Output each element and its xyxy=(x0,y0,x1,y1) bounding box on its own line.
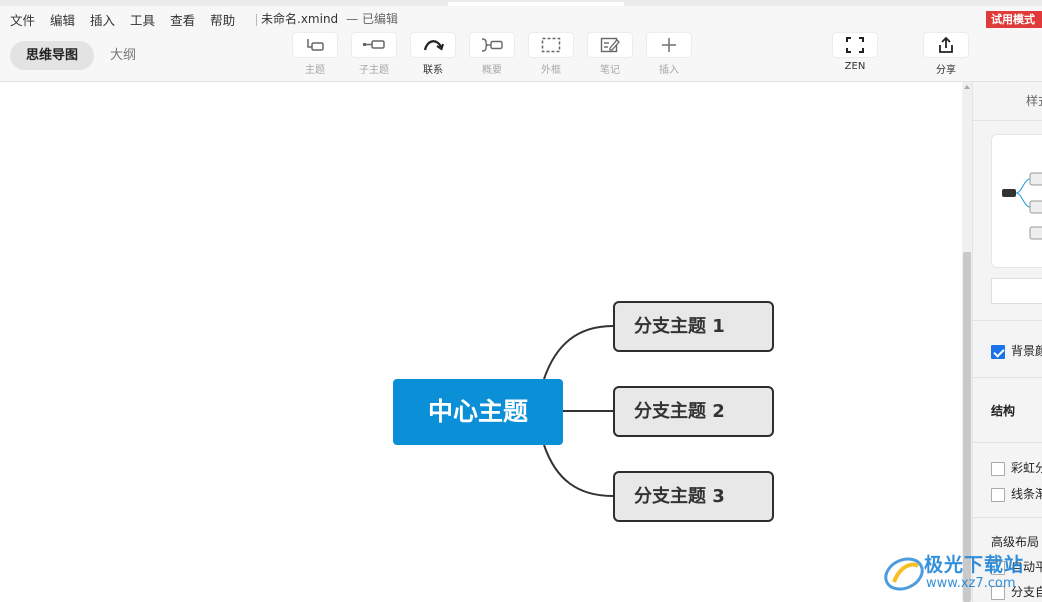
document-name: 未命名.xmind xyxy=(261,12,339,26)
topic-label: 主题 xyxy=(305,65,325,76)
subtopic-icon xyxy=(351,32,397,58)
rainbow-branch-row[interactable]: 彩虹分支 xyxy=(991,459,1042,476)
panel-title[interactable]: 样式 xyxy=(1026,92,1042,109)
scroll-up-arrow-icon[interactable] xyxy=(964,85,970,89)
structure-label: 结构 xyxy=(991,404,1016,418)
relationship-button[interactable]: 联系 xyxy=(409,32,457,82)
fullscreen-icon xyxy=(832,32,878,58)
toolbar: 思维导图 大纲 主题 子主题 联系 概要 外框 笔记 插入 ZEN 分享 xyxy=(0,32,1042,82)
share-icon xyxy=(923,32,969,58)
title-separator xyxy=(256,13,257,26)
note-label: 笔记 xyxy=(600,65,620,76)
background-color-row[interactable]: 背景颜色 xyxy=(991,342,1042,359)
menu-file[interactable]: 文件 xyxy=(10,10,35,29)
insert-label: 插入 xyxy=(659,65,679,76)
zen-label: ZEN xyxy=(844,61,866,72)
subtopic-button[interactable]: 子主题 xyxy=(350,32,398,82)
watermark-url: www.xz7.com xyxy=(926,576,1016,591)
menu-help[interactable]: 帮助 xyxy=(210,10,235,29)
format-panel: 样式 背景颜色 结构 彩虹分支 线条渐细 高级布局 自动平衡布局 分支自由布局 xyxy=(972,82,1042,602)
menu-insert[interactable]: 插入 xyxy=(90,10,115,29)
structure-thumbnail-icon xyxy=(1002,172,1042,240)
style-select[interactable] xyxy=(991,278,1042,304)
line-taper-checkbox[interactable] xyxy=(991,487,1005,502)
summary-label: 概要 xyxy=(482,65,502,76)
branch-topic-2[interactable]: 分支主题 2 xyxy=(613,386,774,437)
background-label: 背景颜色 xyxy=(1011,344,1042,358)
canvas-scrollbar[interactable] xyxy=(962,82,972,602)
view-tabs: 思维导图 大纲 xyxy=(10,41,152,70)
watermark-text: 极光下载站 xyxy=(924,554,1025,576)
document-status: — 已编辑 xyxy=(346,12,398,26)
panel-divider xyxy=(973,320,1042,321)
line-taper-label: 线条渐细 xyxy=(1011,487,1042,501)
window-tab-indicator xyxy=(448,2,624,6)
menu-items: 文件 编辑 插入 工具 查看 帮助 xyxy=(10,10,250,29)
panel-divider xyxy=(973,442,1042,443)
rainbow-checkbox[interactable] xyxy=(991,461,1005,476)
panel-divider xyxy=(973,120,1042,121)
background-checkbox[interactable] xyxy=(991,344,1005,359)
window-top-strip xyxy=(0,0,1042,6)
tab-outline[interactable]: 大纲 xyxy=(94,41,152,70)
branch-topic-1[interactable]: 分支主题 1 xyxy=(613,301,774,352)
topic-button[interactable]: 主题 xyxy=(291,32,339,82)
relationship-icon xyxy=(410,32,456,58)
rainbow-label: 彩虹分支 xyxy=(1011,461,1042,475)
boundary-icon xyxy=(528,32,574,58)
line-taper-row[interactable]: 线条渐细 xyxy=(991,485,1042,502)
menu-view[interactable]: 查看 xyxy=(170,10,195,29)
boundary-label: 外框 xyxy=(541,65,561,76)
menu-bar: 文件 编辑 插入 工具 查看 帮助 未命名.xmind — 已编辑 试用模式 xyxy=(0,0,1042,32)
plus-icon xyxy=(646,32,692,58)
trial-mode-badge[interactable]: 试用模式 xyxy=(986,11,1042,28)
structure-preview[interactable] xyxy=(991,134,1042,268)
watermark: 极光下载站 www.xz7.com xyxy=(880,548,1042,602)
zen-button[interactable]: ZEN xyxy=(831,32,879,82)
menu-edit[interactable]: 编辑 xyxy=(50,10,75,29)
panel-divider xyxy=(973,377,1042,378)
central-topic[interactable]: 中心主题 xyxy=(393,379,563,445)
panel-divider xyxy=(973,517,1042,518)
share-button[interactable]: 分享 xyxy=(922,32,970,82)
relationship-label: 联系 xyxy=(423,65,443,76)
boundary-button[interactable]: 外框 xyxy=(527,32,575,82)
share-label: 分享 xyxy=(936,65,956,76)
watermark-logo-icon xyxy=(884,557,924,591)
topic-icon xyxy=(292,32,338,58)
insert-button[interactable]: 插入 xyxy=(645,32,693,82)
connector-lines xyxy=(543,325,614,497)
subtopic-label: 子主题 xyxy=(359,65,389,76)
branch-topic-3[interactable]: 分支主题 3 xyxy=(613,471,774,522)
mindmap-canvas[interactable]: 中心主题 分支主题 1 分支主题 2 分支主题 3 xyxy=(0,82,962,602)
document-title: 未命名.xmind — 已编辑 xyxy=(256,10,398,27)
menu-tools[interactable]: 工具 xyxy=(130,10,155,29)
summary-icon xyxy=(469,32,515,58)
tab-mindmap[interactable]: 思维导图 xyxy=(10,41,95,70)
note-button[interactable]: 笔记 xyxy=(586,32,634,82)
summary-button[interactable]: 概要 xyxy=(468,32,516,82)
note-icon xyxy=(587,32,633,58)
